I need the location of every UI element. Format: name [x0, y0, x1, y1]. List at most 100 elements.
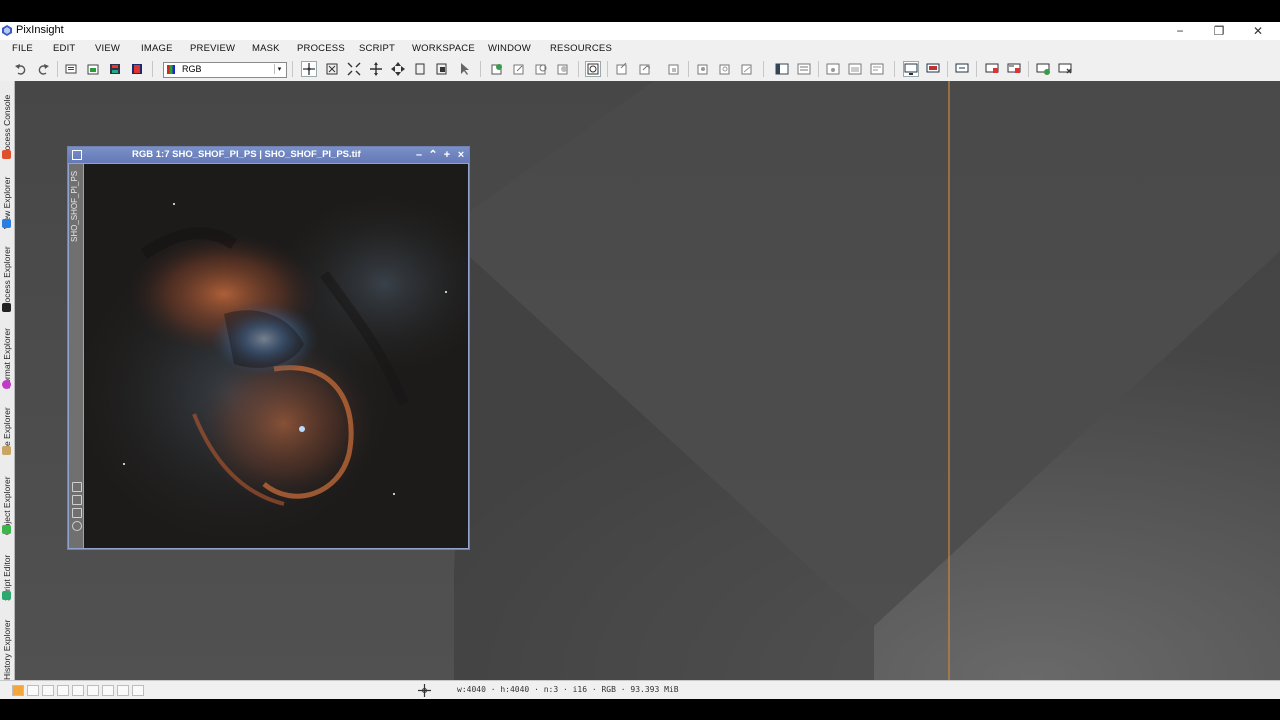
image-view-id: SHO_SHOF_PI_PS [70, 170, 79, 242]
new-preview-icon[interactable] [413, 62, 427, 76]
channel-select[interactable]: RGB ▾ [163, 62, 287, 78]
toolbar-separator [292, 61, 293, 77]
menu-mask[interactable]: MASK [252, 43, 280, 54]
open-file-icon[interactable] [86, 62, 100, 76]
main-toolbar: RGB ▾ [0, 58, 1280, 82]
tab-format-explorer[interactable]: Format Explorer [0, 311, 14, 389]
pointer-icon[interactable] [457, 62, 471, 76]
tab-view-explorer[interactable]: View Explorer [0, 159, 14, 229]
image-window-title: RGB 1:7 SHO_SHOF_PI_PS | SHO_SHOF_PI_PS.… [132, 149, 361, 160]
workspace-2-cell[interactable] [27, 685, 39, 696]
toolbar-separator [1028, 61, 1029, 77]
workspace-1-icon[interactable] [903, 61, 919, 77]
toolbar-separator [152, 61, 153, 77]
workspace-6-cell[interactable] [87, 685, 99, 696]
minimize-button[interactable]: − [1166, 23, 1194, 39]
layout-icon-2[interactable] [797, 62, 811, 76]
workspace-5-icon[interactable] [1007, 62, 1021, 76]
image-tool-icon-3[interactable] [72, 508, 82, 518]
window-menu-icon[interactable] [72, 150, 82, 160]
mask-remove-icon[interactable] [534, 62, 548, 76]
pixinsight-logo-icon [2, 25, 12, 36]
chevron-down-icon: ▾ [274, 64, 284, 74]
menu-resources[interactable]: RESOURCES [550, 43, 612, 54]
tab-history-explorer-label: History Explorer [2, 619, 12, 680]
tab-process-console[interactable]: Process Console [0, 81, 14, 159]
image-info-readout: w:4040 · h:4040 · n:3 · i16 · RGB · 93.3… [457, 685, 679, 694]
save-file-icon[interactable] [108, 62, 122, 76]
image-minimize-button[interactable]: – [413, 148, 425, 162]
layout-icon-1[interactable] [775, 62, 789, 76]
tab-object-explorer[interactable]: Object Explorer [0, 455, 14, 535]
workspace-3-icon[interactable] [955, 62, 969, 76]
zoom-fit-icon[interactable] [325, 62, 339, 76]
show-mask-icon[interactable] [585, 61, 601, 77]
menu-window[interactable]: WINDOW [488, 43, 531, 54]
mask-select-icon[interactable] [512, 62, 526, 76]
image-close-button[interactable]: × [455, 148, 467, 162]
tab-process-explorer-label: Process Explorer [2, 246, 12, 311]
tab-process-explorer[interactable]: Process Explorer [0, 229, 14, 312]
pan-mode-icon[interactable] [391, 62, 405, 76]
menu-edit[interactable]: EDIT [53, 43, 75, 54]
workspace-8-cell[interactable] [117, 685, 129, 696]
menu-preview[interactable]: PREVIEW [190, 43, 235, 54]
image-window-titlebar[interactable]: RGB 1:7 SHO_SHOF_PI_PS | SHO_SHOF_PI_PS.… [68, 147, 469, 163]
readout-mode-icon[interactable] [301, 61, 317, 77]
redo-icon[interactable] [36, 62, 50, 76]
tab-script-editor[interactable]: Script Editor [0, 535, 14, 601]
close-button[interactable]: ✕ [1244, 23, 1272, 39]
mask-new-icon[interactable] [490, 62, 504, 76]
undo-icon[interactable] [14, 62, 28, 76]
workspace-2-icon[interactable] [926, 62, 940, 76]
workspace-4-icon[interactable] [985, 62, 999, 76]
workspace-1-cell[interactable] [12, 685, 24, 696]
restore-button[interactable]: ❐ [1205, 23, 1233, 39]
workspace-7-cell[interactable] [102, 685, 114, 696]
layout-icon-5[interactable] [870, 62, 884, 76]
workspace-5-cell[interactable] [72, 685, 84, 696]
zoom-in-icon[interactable] [369, 62, 383, 76]
nebula-picture [84, 164, 468, 548]
workspace-4-cell[interactable] [57, 685, 69, 696]
new-image-icon[interactable] [64, 62, 78, 76]
tab-file-explorer[interactable]: File Explorer [0, 389, 14, 455]
menu-view[interactable]: VIEW [95, 43, 120, 54]
menu-bar: FILE EDIT VIEW IMAGE PREVIEW MASK PROCES… [0, 40, 1280, 58]
image-shade-button[interactable]: ⌃ [427, 148, 439, 162]
menu-workspace[interactable]: WORKSPACE [412, 43, 475, 54]
image-maximize-button[interactable]: + [441, 148, 453, 162]
menu-file[interactable]: FILE [12, 43, 33, 54]
channel-select-value: RGB [182, 64, 202, 74]
tab-history-explorer[interactable]: History Explorer [0, 601, 14, 680]
workspace-3-cell[interactable] [42, 685, 54, 696]
image-window[interactable]: RGB 1:7 SHO_SHOF_PI_PS | SHO_SHOF_PI_PS.… [67, 146, 470, 550]
process-icon-1[interactable] [615, 62, 629, 76]
workspace-6-icon[interactable] [1036, 62, 1050, 76]
image-tool-icon-2[interactable] [72, 495, 82, 505]
nebula-image[interactable] [84, 164, 468, 548]
process-icon-4[interactable] [696, 62, 710, 76]
layout-icon-3[interactable] [826, 62, 840, 76]
image-tool-icon-1[interactable] [72, 482, 82, 492]
image-tool-icon-4[interactable] [72, 521, 82, 531]
process-icon-3[interactable] [667, 62, 681, 76]
menu-script[interactable]: SCRIPT [359, 43, 395, 54]
image-view-tab[interactable]: SHO_SHOF_PI_PS [69, 164, 83, 548]
mask-invert-icon[interactable] [556, 62, 570, 76]
object-explorer-icon [2, 525, 11, 534]
zoom-to-fit-icon[interactable] [347, 62, 361, 76]
process-icon-6[interactable] [740, 62, 754, 76]
top-black-band [0, 0, 1280, 22]
menu-image[interactable]: IMAGE [141, 43, 173, 54]
toolbar-separator [818, 61, 819, 77]
workspace-7-icon[interactable] [1058, 62, 1072, 76]
menu-process[interactable]: PROCESS [297, 43, 345, 54]
edit-preview-icon[interactable] [435, 62, 449, 76]
workspace-9-cell[interactable] [132, 685, 144, 696]
save-as-icon[interactable] [130, 62, 144, 76]
layout-icon-4[interactable] [848, 62, 862, 76]
app-title: PixInsight [16, 24, 64, 36]
process-icon-2[interactable] [638, 62, 652, 76]
process-icon-5[interactable] [718, 62, 732, 76]
